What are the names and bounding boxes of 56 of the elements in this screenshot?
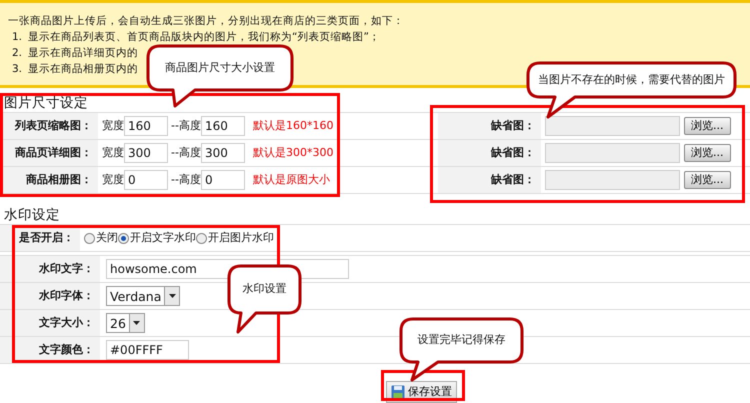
radio-button[interactable] — [196, 232, 207, 244]
hint-text: 默认是原图大小 — [252, 173, 330, 187]
field-label: 商品页详细图： — [15, 146, 92, 160]
section-title: 图片尺寸设定 — [4, 95, 88, 111]
field-label: 是否开启： — [19, 231, 74, 245]
field-label: 宽度 — [102, 146, 124, 160]
width-field[interactable]: 0 — [124, 170, 168, 190]
callout-text: 当图片不存在的时候，需要代替的图片 — [537, 72, 726, 86]
dropdown[interactable]: Verdana — [106, 286, 180, 306]
browse-button[interactable]: 浏览... — [684, 117, 730, 135]
color-field[interactable]: #00FFFF — [106, 340, 189, 360]
height-field[interactable]: 0 — [200, 170, 245, 190]
field-label: --高度 — [171, 146, 201, 160]
radio-button[interactable] — [118, 232, 129, 244]
radio-button[interactable] — [84, 232, 95, 244]
field-label: 水印字体： — [39, 289, 94, 303]
field-label: 宽度 — [102, 119, 124, 133]
list-number: 1. — [12, 30, 22, 45]
height-field[interactable]: 160 — [200, 116, 245, 136]
field-label: 商品相册图： — [26, 173, 92, 187]
width-field[interactable]: 160 — [124, 116, 168, 136]
field-label: 水印文字： — [39, 262, 94, 276]
field-label: 缺省图： — [491, 119, 535, 133]
browse-button[interactable]: 浏览... — [684, 171, 730, 189]
dropdown[interactable]: 26 — [106, 313, 145, 333]
notice-text: 显示在商品相册页内的 — [28, 62, 138, 77]
field-label: --高度 — [171, 173, 201, 187]
file-path-field[interactable] — [545, 116, 680, 136]
section-title: 水印设定 — [4, 207, 60, 223]
radio-label: 关闭 — [96, 231, 118, 245]
hint-text: 默认是300*300 — [252, 146, 334, 160]
field-label: 文字大小： — [39, 316, 94, 330]
list-number: 2. — [12, 46, 22, 61]
field-label: 文字颜色： — [39, 343, 94, 357]
notice-text: 显示在商品列表页、首页商品版块内的图片，我们称为“列表页缩略图”； — [28, 30, 380, 45]
callout-text: 商品图片尺寸大小设置 — [164, 60, 276, 74]
width-field[interactable]: 300 — [124, 143, 168, 163]
dropdown-arrow-icon — [133, 321, 140, 325]
file-path-field[interactable] — [545, 143, 680, 163]
hint-text: 默认是160*160 — [252, 119, 334, 133]
list-number: 3. — [12, 62, 22, 77]
field-label: 列表页缩略图： — [15, 119, 92, 133]
height-field[interactable]: 300 — [200, 143, 245, 163]
field-label: --高度 — [171, 119, 201, 133]
notice-text: 一张商品图片上传后，会自动生成三张图片，分别出现在商店的三类页面，如下： — [8, 14, 405, 29]
field-label: 宽度 — [102, 173, 124, 187]
field-label: 缺省图： — [491, 146, 535, 160]
field-label: 缺省图： — [491, 173, 535, 187]
file-path-field[interactable] — [545, 170, 680, 190]
notice-text: 显示在商品详细页内的 — [28, 46, 138, 61]
callout-text: 设置完毕记得保存 — [416, 333, 506, 346]
radio-label: 开启图片水印 — [208, 231, 274, 245]
callout-text: 水印设置 — [242, 282, 288, 296]
dropdown-arrow-icon — [168, 294, 176, 298]
browse-button[interactable]: 浏览... — [684, 144, 730, 162]
radio-label: 开启文字水印 — [130, 231, 196, 245]
